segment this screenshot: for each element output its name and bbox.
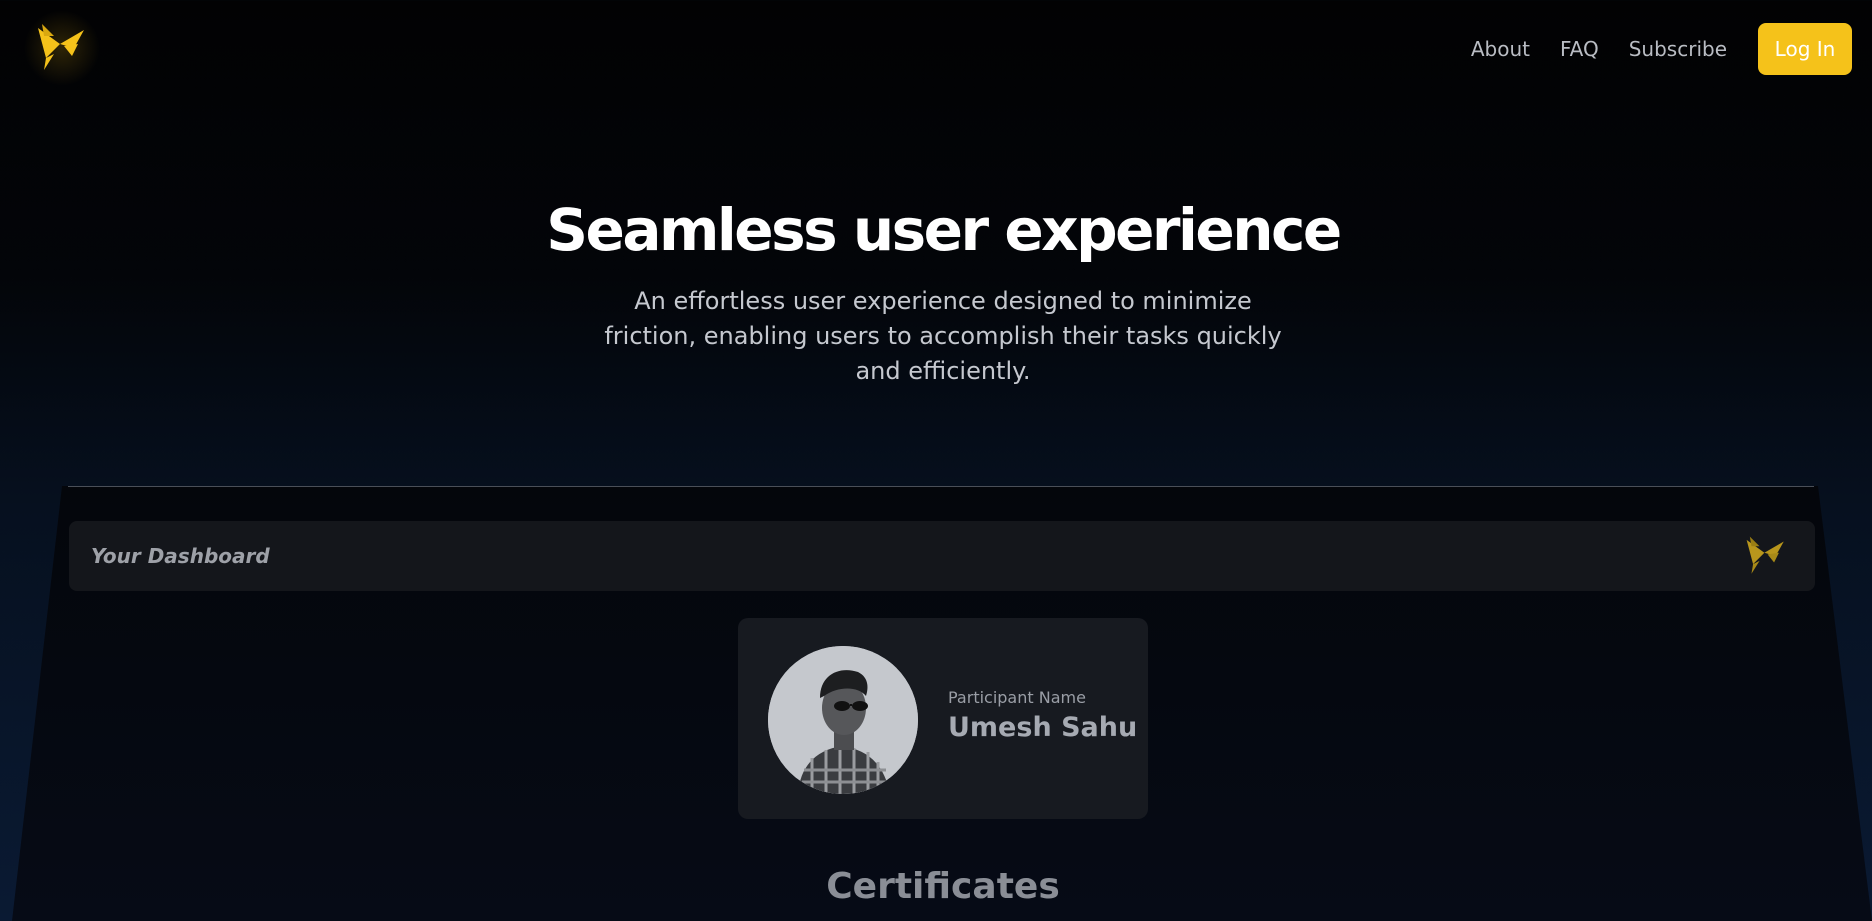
dashboard-logo-icon bbox=[1743, 535, 1789, 577]
participant-avatar bbox=[768, 646, 918, 794]
dashboard-title: Your Dashboard bbox=[91, 544, 270, 568]
brand-logo-icon[interactable] bbox=[20, 8, 104, 88]
dashboard-header-bar: Your Dashboard bbox=[69, 521, 1815, 591]
hero-subtitle: An effortless user experience designed t… bbox=[604, 287, 1282, 385]
top-nav: About FAQ Subscribe Log In bbox=[0, 0, 1872, 100]
hero-title: Seamless user experience bbox=[546, 196, 1342, 264]
certificates-heading: Certificates bbox=[826, 866, 1060, 907]
participant-name-value: Umesh Sahu bbox=[948, 712, 1138, 743]
nav-link-about[interactable]: About bbox=[1471, 37, 1530, 61]
login-button[interactable]: Log In bbox=[1758, 23, 1852, 75]
participant-name-label: Participant Name bbox=[948, 688, 1086, 707]
nav-link-subscribe[interactable]: Subscribe bbox=[1629, 37, 1727, 61]
nav-link-faq[interactable]: FAQ bbox=[1560, 37, 1599, 61]
nav-links: About FAQ Subscribe Log In bbox=[1471, 23, 1852, 75]
participant-profile-card: Participant Name Umesh Sahu bbox=[738, 618, 1148, 819]
